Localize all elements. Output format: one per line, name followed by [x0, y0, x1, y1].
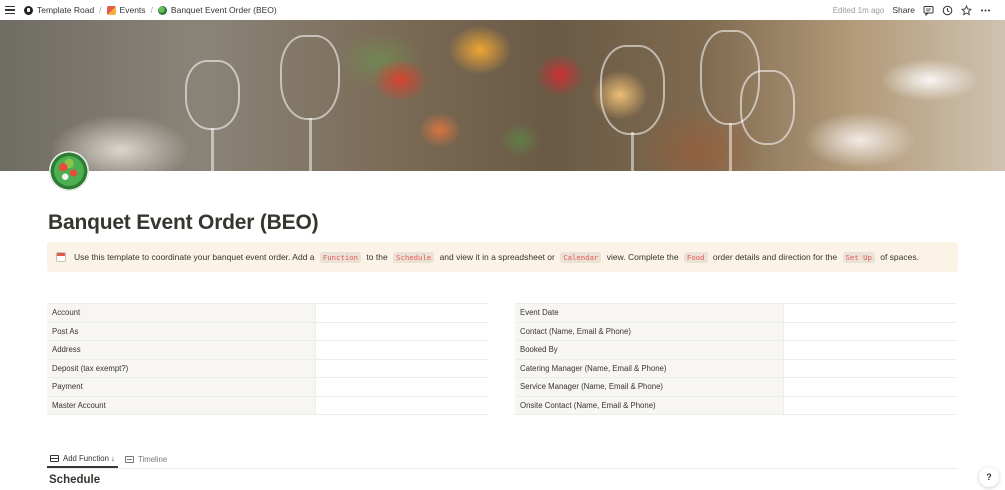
- row-label: Booked By: [515, 341, 784, 359]
- page-title[interactable]: Banquet Event Order (BEO): [48, 211, 319, 235]
- table-row: Contact (Name, Email & Phone): [515, 322, 956, 341]
- tab-timeline[interactable]: Timeline: [122, 451, 170, 468]
- table-icon: [50, 455, 59, 462]
- page-salad-icon[interactable]: [49, 151, 89, 191]
- row-value-cell[interactable]: [316, 378, 487, 396]
- row-value-cell[interactable]: [316, 341, 487, 359]
- section-title-schedule[interactable]: Schedule: [49, 474, 100, 486]
- inline-code-calendar: Calendar: [560, 251, 602, 263]
- row-label: Deposit (tax exempt?): [47, 359, 316, 377]
- table-row: Payment: [47, 378, 487, 397]
- table-row: Deposit (tax exempt?): [47, 359, 487, 378]
- row-value-cell[interactable]: [784, 304, 956, 322]
- edited-status: Edited 1m ago: [832, 5, 885, 15]
- callout-text-6: of spaces.: [877, 252, 919, 262]
- breadcrumb-label: Banquet Event Order (BEO): [170, 5, 277, 15]
- breadcrumb-label: Template Road: [37, 5, 95, 15]
- tab-label: Add Function ↓: [63, 454, 116, 463]
- inline-code-food: Food: [683, 251, 708, 263]
- table-row: Post As: [47, 322, 487, 341]
- events-icon: [106, 5, 116, 15]
- row-value-cell[interactable]: [784, 322, 956, 340]
- callout[interactable]: Use this template to coordinate your ban…: [47, 242, 958, 272]
- row-value-cell[interactable]: [316, 304, 487, 322]
- calendar-icon: [56, 252, 66, 262]
- salad-icon: [157, 5, 167, 15]
- favorite-star-icon[interactable]: [961, 4, 972, 16]
- row-label: Event Date: [515, 304, 784, 322]
- row-value-cell[interactable]: [784, 396, 956, 414]
- row-label: Onsite Contact (Name, Email & Phone): [515, 396, 784, 414]
- table-row: Onsite Contact (Name, Email & Phone): [515, 396, 956, 415]
- callout-text-5: order details and direction for the: [710, 252, 840, 262]
- updates-icon[interactable]: [942, 5, 953, 16]
- row-label: Payment: [47, 378, 316, 396]
- tab-add-function[interactable]: Add Function ↓: [47, 451, 119, 468]
- row-label: Contact (Name, Email & Phone): [515, 322, 784, 340]
- comments-icon[interactable]: [923, 5, 934, 16]
- inline-code-function: Function: [319, 251, 362, 263]
- table-row: Account: [47, 304, 487, 323]
- row-value-cell[interactable]: [784, 359, 956, 377]
- callout-text-1: Use this template to coordinate your ban…: [74, 252, 317, 262]
- table-row: Booked By: [515, 341, 956, 360]
- callout-text-2: to the: [364, 252, 391, 262]
- share-button[interactable]: Share: [892, 5, 915, 15]
- row-label: Post As: [47, 322, 316, 340]
- row-value-cell[interactable]: [784, 378, 956, 396]
- row-label: Master Account: [47, 396, 316, 414]
- breadcrumb-template-road[interactable]: Template Road: [21, 3, 97, 17]
- breadcrumb-label: Events: [119, 5, 146, 15]
- event-details-table: Event Date Contact (Name, Email & Phone)…: [515, 303, 956, 415]
- table-row: Catering Manager (Name, Email & Phone): [515, 359, 956, 378]
- database-view-tabs: Add Function ↓ Timeline: [47, 451, 958, 469]
- timeline-icon: [125, 456, 135, 463]
- tab-label: Timeline: [138, 455, 168, 464]
- row-label: Service Manager (Name, Email & Phone): [515, 378, 784, 396]
- table-row: Master Account: [47, 396, 487, 415]
- table-row: Service Manager (Name, Email & Phone): [515, 378, 956, 397]
- row-value-cell[interactable]: [784, 341, 956, 359]
- row-value-cell[interactable]: [316, 359, 487, 377]
- row-label: Catering Manager (Name, Email & Phone): [515, 359, 784, 377]
- account-details-table: Account Post As Address Deposit (tax exe…: [47, 303, 487, 415]
- breadcrumb-separator: /: [150, 5, 153, 15]
- inline-code-schedule: Schedule: [393, 251, 435, 263]
- callout-text-3: and view it in a spreadsheet or: [437, 252, 558, 262]
- inline-code-setup: Set Up: [842, 251, 875, 263]
- breadcrumb-separator: /: [99, 5, 102, 15]
- template-road-icon: [24, 5, 33, 15]
- row-value-cell[interactable]: [316, 396, 487, 414]
- row-label: Address: [47, 341, 316, 359]
- row-value-cell[interactable]: [316, 322, 487, 340]
- breadcrumb-beo[interactable]: Banquet Event Order (BEO): [155, 3, 280, 17]
- row-label: Account: [47, 304, 316, 322]
- table-row: Event Date: [515, 304, 956, 323]
- top-bar: Template Road / Events / Banquet Event O…: [0, 0, 1005, 20]
- help-button[interactable]: ?: [979, 467, 999, 487]
- callout-text-4: view. Complete the: [604, 252, 681, 262]
- table-row: Address: [47, 341, 487, 360]
- cover-image: [0, 20, 1005, 171]
- more-icon[interactable]: [980, 5, 991, 16]
- sidebar-menu-icon[interactable]: [5, 6, 15, 14]
- breadcrumb-events[interactable]: Events: [104, 3, 149, 17]
